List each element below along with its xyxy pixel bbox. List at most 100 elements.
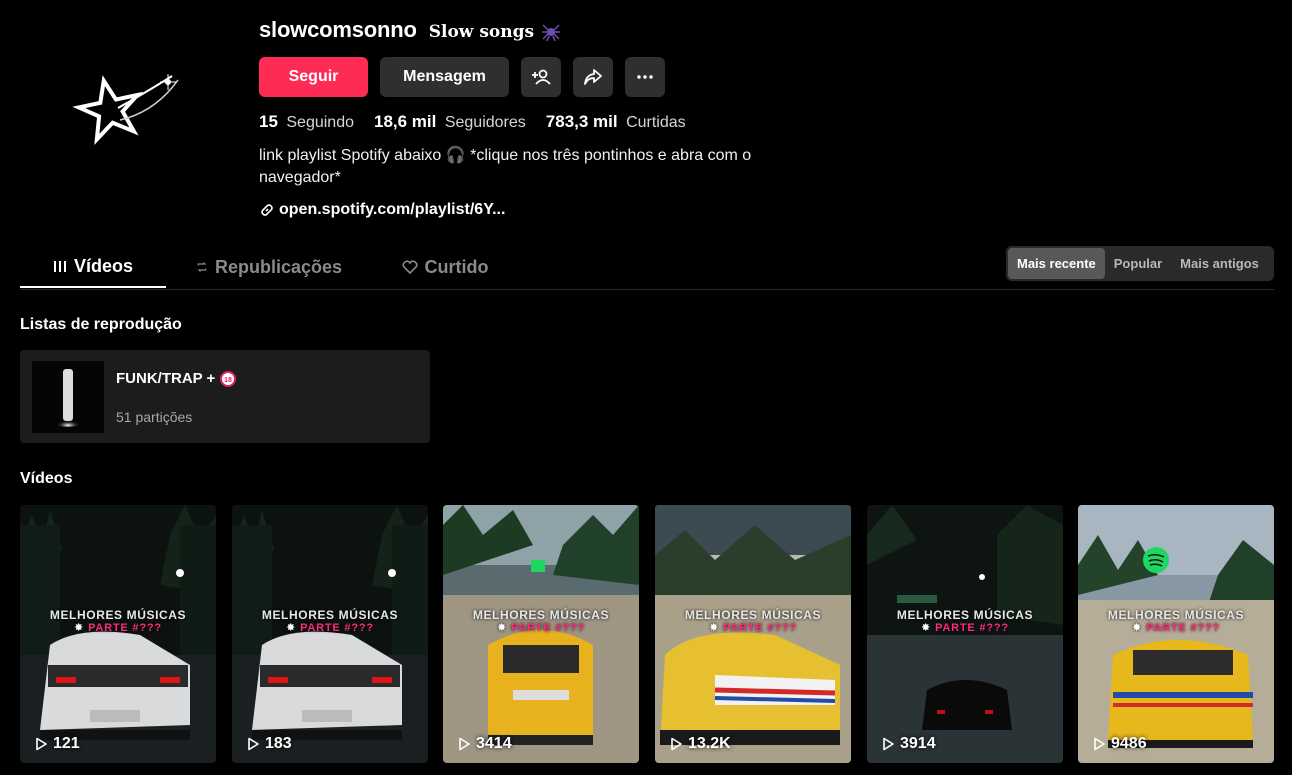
view-count: 13.2K xyxy=(669,735,731,753)
likes-count: 783,3 mil Curtidas xyxy=(546,112,686,132)
playlist-thumbnail xyxy=(32,361,104,433)
play-icon xyxy=(671,737,682,751)
play-icon xyxy=(36,737,47,751)
view-count-text: 13.2K xyxy=(688,735,731,752)
stat-label: Curtidas xyxy=(626,114,686,131)
star-icon: ✸ xyxy=(74,622,85,634)
tab-liked[interactable]: Curtido xyxy=(372,246,518,288)
avatar[interactable] xyxy=(60,62,190,162)
tab-reposts[interactable]: Republicações xyxy=(196,246,342,288)
video-caption-part: ✸ PARTE #??? xyxy=(867,621,1063,634)
sort-option-oldest[interactable]: Mais antigos xyxy=(1171,248,1268,279)
tab-label: Vídeos xyxy=(73,255,134,276)
profile-link-text: open.spotify.com/playlist/6Y... xyxy=(279,201,506,218)
star-icon: ✸ xyxy=(709,622,720,634)
share-button[interactable] xyxy=(573,57,613,97)
stat-label: Seguindo xyxy=(286,114,354,131)
video-caption-part-text: PARTE #??? xyxy=(300,622,374,634)
video-caption-part-text: PARTE #??? xyxy=(723,622,797,634)
video-caption-part-text: PARTE #??? xyxy=(1146,622,1220,634)
video-caption-part: ✸ PARTE #??? xyxy=(1078,621,1274,634)
playlist-count: 51 partições xyxy=(116,409,193,425)
video-caption: MELHORES MÚSICAS xyxy=(1107,608,1245,622)
link-icon xyxy=(261,204,273,216)
star-icon: ✸ xyxy=(286,622,297,634)
video-caption: MELHORES MÚSICAS xyxy=(49,608,187,622)
video-card[interactable]: MELHORES MÚSICAS ✸ PARTE #??? 3914 xyxy=(867,505,1063,763)
stat-value: 783,3 mil xyxy=(545,112,618,131)
bio-line: link playlist Spotify abaixo 🎧 *clique n… xyxy=(259,147,752,164)
video-card[interactable]: MELHORES MÚSICAS ✸ PARTE #??? 9486 xyxy=(1078,505,1274,763)
view-count: 121 xyxy=(34,735,80,753)
playlist-name: FUNK/TRAP + 18 xyxy=(116,370,237,387)
nickname-text: Slow songs xyxy=(428,22,535,42)
share-arrow-icon xyxy=(584,69,602,85)
sort-option-recent[interactable]: Mais recente xyxy=(1008,248,1105,279)
heart-icon xyxy=(401,260,418,275)
profile-page: slowcomsonno Slow songs Seguir Mensagem xyxy=(0,0,1292,775)
play-icon xyxy=(459,737,470,751)
following-count[interactable]: 15 Seguindo xyxy=(259,112,354,132)
video-card[interactable]: MELHORES MÚSICAS ✸ PARTE #??? 13.2K xyxy=(655,505,851,763)
message-button[interactable]: Mensagem xyxy=(380,57,509,97)
playlists-heading: Listas de reprodução xyxy=(20,316,182,333)
tabs-divider xyxy=(20,289,1274,290)
play-icon xyxy=(1094,737,1105,751)
sort-selector: Mais recente Popular Mais antigos xyxy=(1006,246,1274,281)
follow-button[interactable]: Seguir xyxy=(259,57,368,97)
play-icon xyxy=(248,737,259,751)
ellipsis-icon xyxy=(637,75,653,79)
video-caption-part: ✸ PARTE #??? xyxy=(20,621,216,634)
video-caption: MELHORES MÚSICAS xyxy=(896,608,1034,622)
video-caption-part: ✸ PARTE #??? xyxy=(232,621,428,634)
profile-stats: 15 Seguindo 18,6 mil Seguidores 783,3 mi… xyxy=(259,112,686,132)
bars-icon xyxy=(53,261,66,272)
playlist-name-text: FUNK/TRAP + xyxy=(116,370,216,387)
star-icon: ✸ xyxy=(1132,622,1143,634)
view-count-text: 9486 xyxy=(1111,735,1147,752)
add-user-icon xyxy=(532,69,551,85)
tab-videos[interactable]: Vídeos xyxy=(20,246,166,288)
stat-label: Seguidores xyxy=(444,114,526,131)
username: slowcomsonno xyxy=(259,17,417,42)
video-card[interactable]: MELHORES MÚSICAS ✸ PARTE #??? 121 xyxy=(20,505,216,763)
video-card[interactable]: MELHORES MÚSICAS ✸ PARTE #??? 183 xyxy=(232,505,428,763)
view-count: 183 xyxy=(246,735,292,753)
profile-link[interactable]: open.spotify.com/playlist/6Y... xyxy=(260,201,505,219)
video-caption: MELHORES MÚSICAS xyxy=(472,608,610,622)
star-icon: ✸ xyxy=(497,622,508,634)
view-count-text: 183 xyxy=(265,735,292,752)
video-caption: MELHORES MÚSICAS xyxy=(684,608,822,622)
sort-option-popular[interactable]: Popular xyxy=(1105,248,1171,279)
tab-label: Curtido xyxy=(424,256,489,277)
videos-heading: Vídeos xyxy=(20,470,73,487)
video-caption-part-text: PARTE #??? xyxy=(88,622,162,634)
view-count: 9486 xyxy=(1092,735,1147,753)
star-icon: ✸ xyxy=(921,622,932,634)
bio: link playlist Spotify abaixo 🎧 *clique n… xyxy=(259,145,819,189)
stat-value: 18,6 mil xyxy=(374,112,437,131)
view-count: 3914 xyxy=(881,735,936,753)
tab-label: Republicações xyxy=(214,256,342,277)
svg-text:18: 18 xyxy=(224,377,232,384)
video-caption-part: ✸ PARTE #??? xyxy=(443,621,639,634)
followers-count[interactable]: 18,6 mil Seguidores xyxy=(374,112,526,132)
stat-value: 15 xyxy=(259,112,278,131)
add-friend-button[interactable] xyxy=(521,57,561,97)
bio-line: navegador* xyxy=(259,169,341,186)
repost-icon xyxy=(197,262,207,272)
video-card[interactable]: MELHORES MÚSICAS ✸ PARTE #??? 3414 xyxy=(443,505,639,763)
video-caption-part-text: PARTE #??? xyxy=(935,622,1009,634)
more-options-button[interactable] xyxy=(625,57,665,97)
video-caption-part: ✸ PARTE #??? xyxy=(655,621,851,634)
video-caption-part-text: PARTE #??? xyxy=(511,622,585,634)
view-count-text: 121 xyxy=(53,735,80,752)
view-count: 3414 xyxy=(457,735,512,753)
playlist-card[interactable]: FUNK/TRAP + 18 51 partições xyxy=(20,350,430,443)
spider-icon xyxy=(542,24,561,42)
view-count-text: 3414 xyxy=(476,735,512,752)
nickname: Slow songs xyxy=(429,21,562,43)
content-tabs: Vídeos Republicações Curtido xyxy=(20,246,548,288)
video-caption: MELHORES MÚSICAS xyxy=(261,608,399,622)
age-18-icon: 18 xyxy=(220,370,237,387)
